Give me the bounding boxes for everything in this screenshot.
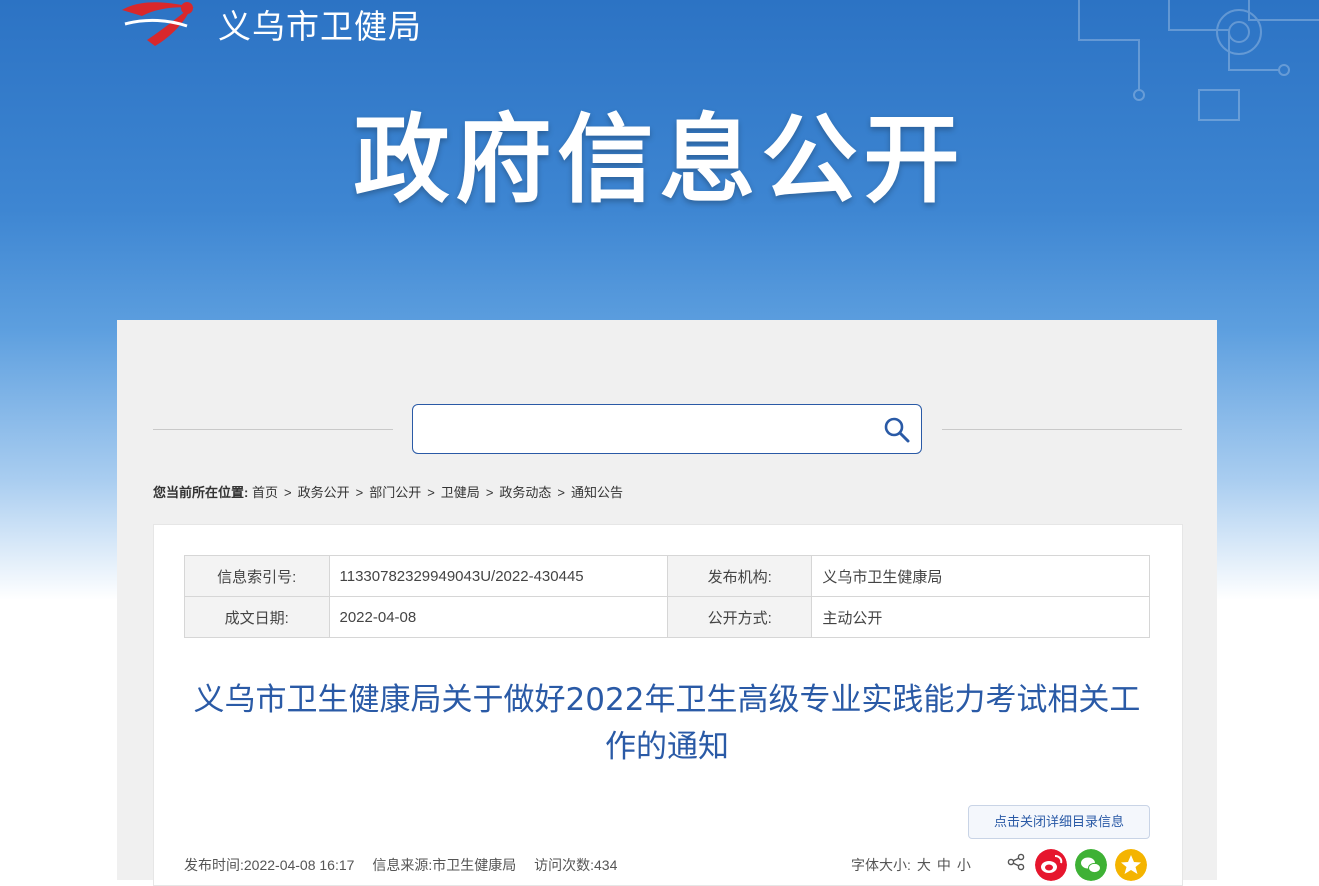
breadcrumb-label: 您当前所在位置: (153, 485, 249, 500)
metadata-table: 信息索引号: 11330782329949043U/2022-430445 发布… (184, 555, 1150, 638)
disclosure-value: 主动公开 (811, 596, 1150, 638)
article-title: 义乌市卫生健康局关于做好2022年卫生高级专业实践能力考试相关工作的通知 (193, 682, 1141, 765)
breadcrumb-separator: > (427, 485, 435, 500)
toggle-detail-button[interactable]: 点击关闭详细目录信息 (968, 805, 1150, 839)
date-label: 成文日期: (184, 596, 330, 638)
main-panel: 您当前所在位置: 首页 > 政务公开 > 部门公开 > 卫健局 > 政务动态 > 通知公告 信息索引… (117, 320, 1217, 886)
index-no-label: 信息索引号: (184, 555, 330, 597)
breadcrumb-home[interactable]: 首页 (252, 485, 278, 500)
search-bar (412, 404, 922, 454)
breadcrumb-gov-news[interactable]: 政务动态 (499, 485, 551, 500)
publisher-label: 发布机构: (666, 555, 813, 597)
search-icon[interactable] (883, 416, 911, 444)
date-value: 2022-04-08 (328, 596, 668, 638)
table-row: 成文日期: 2022-04-08 公开方式: 主动公开 (184, 596, 1150, 638)
breadcrumb-dept-disclosure[interactable]: 部门公开 (369, 485, 421, 500)
weibo-icon[interactable] (1035, 849, 1067, 881)
search-input[interactable] (425, 415, 859, 443)
breadcrumb-separator: > (283, 485, 292, 500)
site-logo[interactable]: 义乌市卫健局 (117, 0, 422, 48)
logo-emblem-icon (122, 2, 195, 46)
qzone-icon[interactable] (1115, 849, 1147, 881)
breadcrumb: 您当前所在位置: 首页 > 政务公开 > 部门公开 > 卫健局 > 政务动态 > 通知公告 (153, 482, 623, 501)
breadcrumb-separator: > (557, 485, 566, 500)
breadcrumb-separator: > (355, 485, 364, 500)
breadcrumb-separator: > (485, 485, 494, 500)
search-divider-right (942, 429, 1182, 430)
article-card: 信息索引号: 11330782329949043U/2022-430445 发布… (153, 524, 1183, 886)
publisher-value: 义乌市卫生健康局 (811, 555, 1150, 597)
breadcrumb-gov-affairs[interactable]: 政务公开 (298, 485, 350, 500)
share-icon[interactable] (1007, 853, 1025, 871)
index-no-value: 11330782329949043U/2022-430445 (328, 555, 668, 597)
wechat-icon[interactable] (1075, 849, 1107, 881)
table-row: 信息索引号: 11330782329949043U/2022-430445 发布… (184, 555, 1150, 597)
logo-text: 义乌市卫健局 (218, 7, 422, 46)
breadcrumb-health-bureau[interactable]: 卫健局 (441, 485, 480, 500)
font-size-control: 字体大小: 大中小 (851, 855, 971, 875)
search-divider-left (153, 429, 393, 430)
publish-info: 发布时间:2022-04-08 16:17 信息来源:市卫生健康局 访问次数:4… (184, 855, 631, 875)
disclosure-label: 公开方式: (666, 596, 813, 638)
breadcrumb-notices[interactable]: 通知公告 (571, 485, 623, 500)
banner-title: 政府信息公开 (353, 104, 966, 216)
